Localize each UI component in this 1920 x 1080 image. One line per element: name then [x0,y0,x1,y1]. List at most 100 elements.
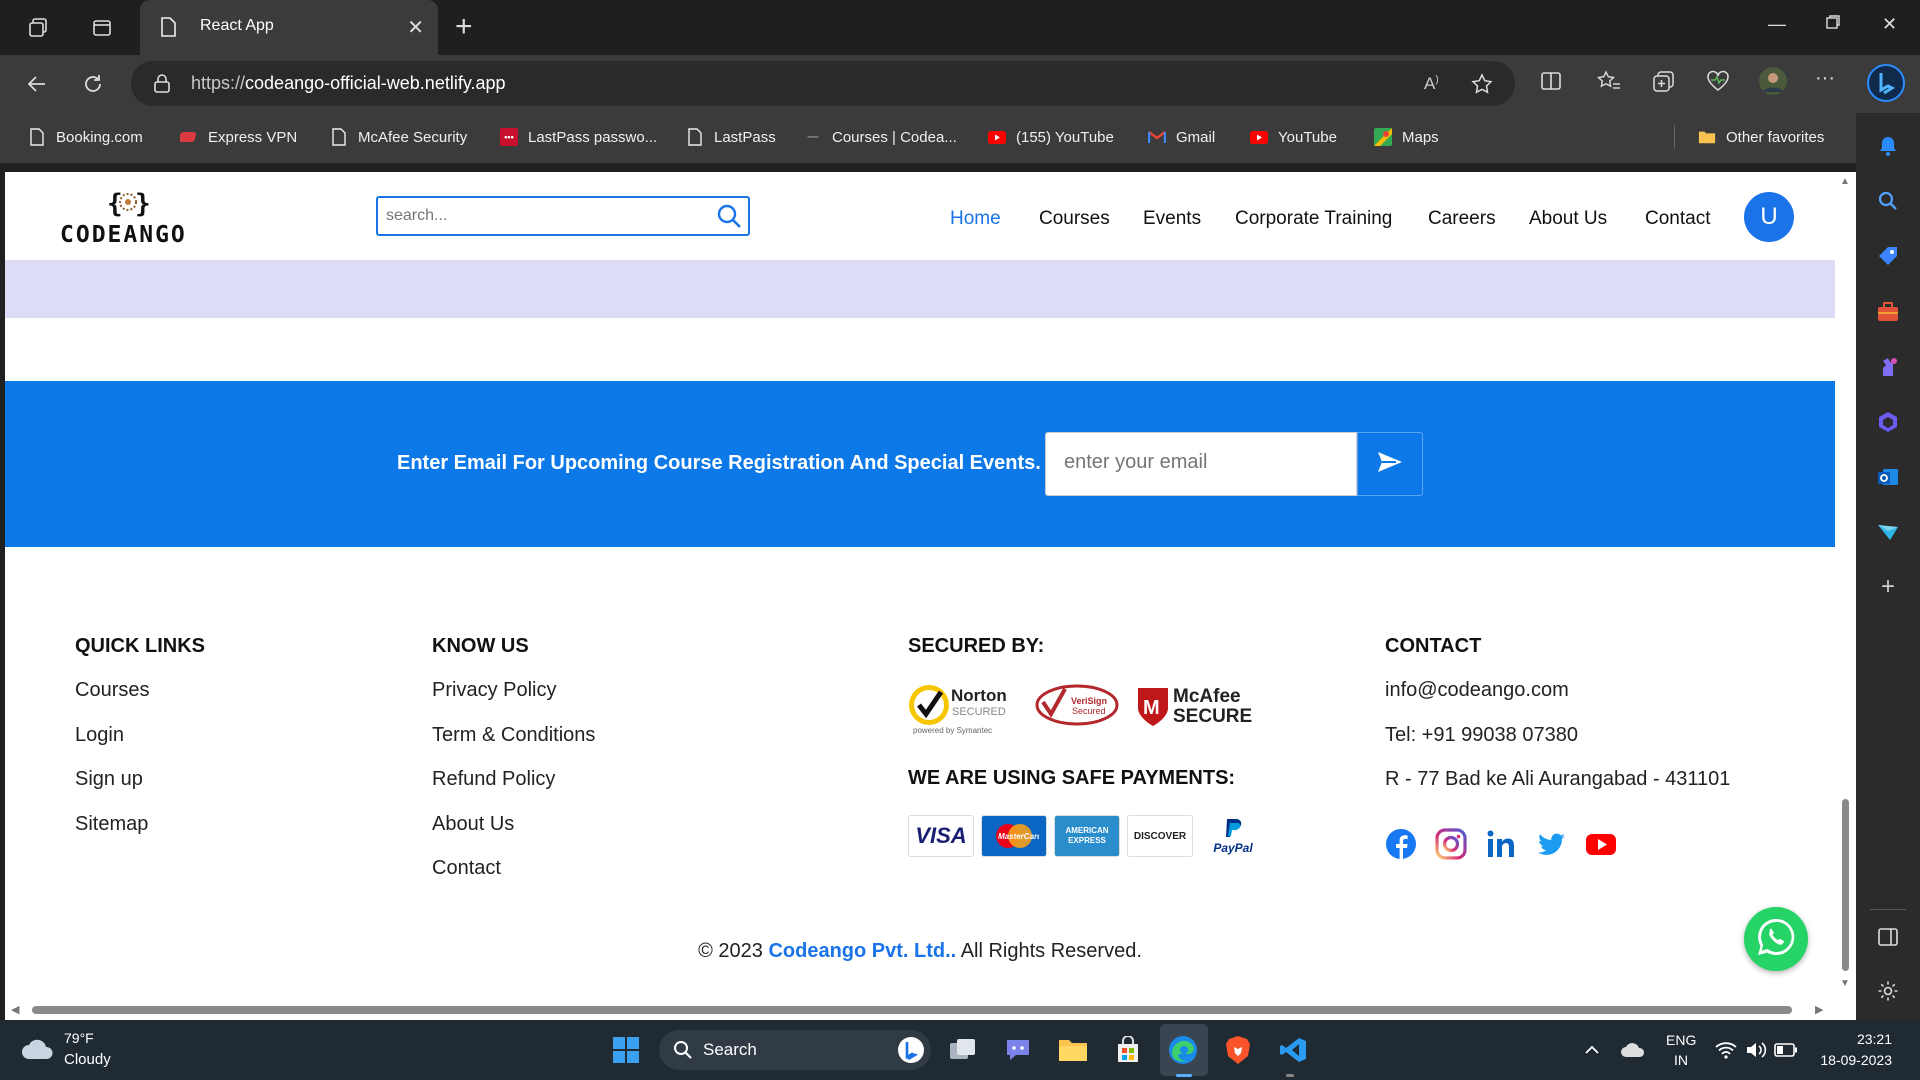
favorite-express-vpn[interactable]: Express VPN [180,128,297,146]
footer-link-signup[interactable]: Sign up [75,768,143,791]
tab-actions-icon[interactable] [84,10,120,46]
footer-link-refund-policy[interactable]: Refund Policy [432,768,555,791]
favorite-courses-codeango[interactable]: — Courses | Codea... [804,128,957,146]
contact-email[interactable]: info@codeango.com [1385,679,1569,702]
battery-icon[interactable] [1770,1034,1802,1066]
task-view-icon[interactable] [947,1034,979,1066]
nav-events[interactable]: Events [1143,208,1201,230]
nav-corporate-training[interactable]: Corporate Training [1235,208,1392,230]
search-icon[interactable] [716,203,742,234]
instagram-icon[interactable] [1435,828,1467,860]
add-icon[interactable]: + [1876,573,1900,600]
cloudy-weather-icon[interactable] [20,1035,56,1068]
favorite-youtube-155[interactable]: (155) YouTube [988,128,1114,146]
address-bar[interactable]: https://codeango-official-web.netlify.ap… [131,61,1515,106]
read-aloud-icon[interactable]: A) [1424,74,1439,94]
more-options-icon[interactable]: ··· [1815,67,1835,90]
favorite-gmail[interactable]: Gmail [1148,128,1215,146]
workspaces-icon[interactable] [20,10,56,46]
bing-chat-icon[interactable] [1866,63,1906,108]
linkedin-icon[interactable] [1485,828,1517,860]
collections-icon[interactable] [1652,70,1676,97]
favorite-booking[interactable]: Booking.com [28,128,143,146]
outlook-icon[interactable] [1876,465,1900,489]
footer-link-about-us[interactable]: About Us [432,813,514,836]
shopping-tag-icon[interactable] [1876,244,1900,268]
footer-link-login[interactable]: Login [75,724,124,747]
vertical-scrollbar[interactable]: ▲ ▼ [1835,172,1856,1020]
back-icon[interactable] [22,69,52,99]
onedrive-cloud-icon[interactable] [1617,1034,1649,1066]
nav-careers[interactable]: Careers [1428,208,1496,230]
wifi-icon[interactable] [1710,1034,1742,1066]
new-tab-icon[interactable]: + [455,12,473,42]
horizontal-scrollbar-thumb[interactable] [32,1006,1792,1014]
newsletter-send-button[interactable] [1357,432,1423,496]
language-primary[interactable]: ENG [1666,1032,1696,1048]
contact-phone[interactable]: Tel: +91 99038 07380 [1385,724,1578,747]
favorite-lastpass-password[interactable]: ••• LastPass passwo... [500,128,657,146]
lock-icon[interactable] [153,73,171,98]
scroll-up-arrow-icon[interactable]: ▲ [1840,176,1850,187]
vscode-icon[interactable] [1277,1034,1309,1066]
nav-courses[interactable]: Courses [1039,208,1110,230]
scroll-right-arrow-icon[interactable]: ▶ [1815,1003,1823,1016]
copilot-icon[interactable] [1876,410,1900,434]
footer-link-sitemap[interactable]: Sitemap [75,813,148,836]
minimize-icon[interactable]: — [1768,14,1786,35]
scroll-down-arrow-icon[interactable]: ▼ [1840,978,1850,989]
restore-icon[interactable] [1825,14,1841,35]
footer-link-courses[interactable]: Courses [75,679,149,702]
favorite-lastpass[interactable]: LastPass [686,128,776,146]
search-icon[interactable] [1876,189,1900,213]
nav-about-us[interactable]: About Us [1529,208,1607,230]
site-search-input[interactable] [386,204,706,228]
vertical-scrollbar-thumb[interactable] [1842,799,1849,971]
favorite-mcafee[interactable]: McAfee Security [330,128,467,146]
settings-gear-icon[interactable] [1876,979,1900,1003]
footer-link-privacy-policy[interactable]: Privacy Policy [432,679,556,702]
volume-icon[interactable] [1740,1034,1772,1066]
tools-icon[interactable] [1876,300,1900,324]
taskbar-search[interactable]: Search [659,1030,931,1070]
drop-icon[interactable] [1876,520,1900,544]
footer-link-terms[interactable]: Term & Conditions [432,724,595,747]
refresh-icon[interactable] [78,69,108,99]
close-tab-icon[interactable]: ✕ [407,15,424,40]
url-text[interactable]: https://codeango-official-web.netlify.ap… [191,73,506,94]
sidebar-toggle-icon[interactable] [1876,925,1900,949]
twitter-icon[interactable] [1535,828,1567,860]
file-explorer-icon[interactable] [1057,1034,1089,1066]
favorite-youtube[interactable]: YouTube [1250,128,1337,146]
browser-essentials-icon[interactable] [1706,70,1730,97]
clock-time[interactable]: 23:21 [1812,1031,1892,1047]
language-secondary[interactable]: IN [1666,1052,1696,1068]
nav-home[interactable]: Home [950,208,1001,230]
clock-date[interactable]: 18-09-2023 [1802,1052,1892,1068]
whatsapp-button[interactable] [1744,907,1808,971]
site-logo-text[interactable]: CODEANGO [60,222,187,248]
favorite-maps[interactable]: Maps [1374,128,1439,146]
favorites-icon[interactable] [1596,70,1621,97]
games-icon[interactable] [1876,355,1900,379]
other-favorites[interactable]: Other favorites [1698,128,1824,146]
horizontal-scrollbar[interactable]: ◀ ▶ [5,1000,1835,1020]
browser-tab[interactable]: React App ✕ [140,0,438,55]
nav-contact[interactable]: Contact [1645,208,1710,230]
split-screen-icon[interactable] [1540,70,1562,97]
windows-start-icon[interactable] [610,1034,642,1066]
chevron-up-icon[interactable] [1576,1034,1608,1066]
user-avatar[interactable]: U [1744,192,1794,242]
microsoft-store-icon[interactable] [1112,1034,1144,1066]
copyright-brand-link[interactable]: Codeango Pvt. Ltd.. [768,940,956,962]
youtube-icon[interactable] [1585,828,1617,860]
notification-bell-icon[interactable] [1876,134,1900,158]
scroll-left-arrow-icon[interactable]: ◀ [11,1003,19,1016]
codeango-logo-icon[interactable]: {} [105,186,151,220]
newsletter-email-input[interactable] [1064,451,1344,474]
teams-chat-icon[interactable] [1002,1034,1034,1066]
facebook-icon[interactable] [1385,828,1417,860]
close-window-icon[interactable]: ✕ [1882,14,1897,35]
brave-browser-icon[interactable] [1222,1034,1254,1066]
edge-browser-icon[interactable] [1167,1034,1199,1066]
